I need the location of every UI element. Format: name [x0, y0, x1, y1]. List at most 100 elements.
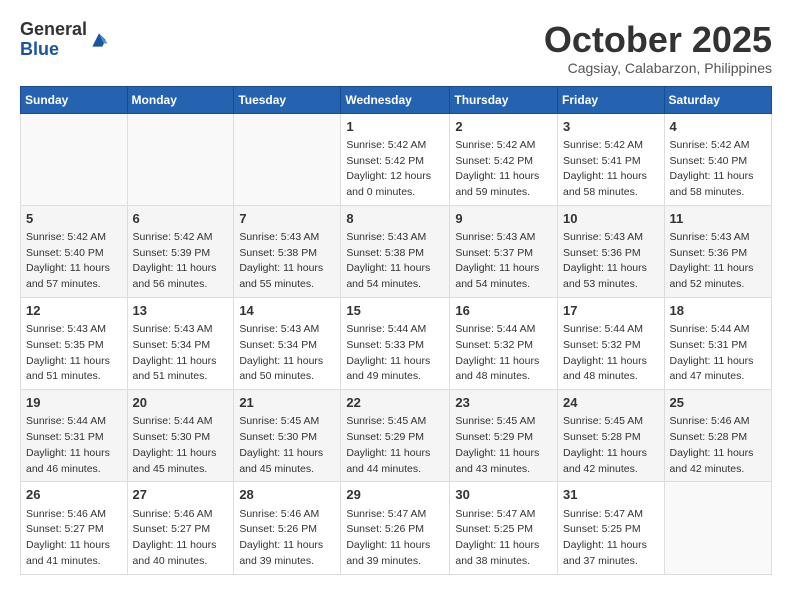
calendar-cell	[234, 113, 341, 205]
calendar-table: Sunday Monday Tuesday Wednesday Thursday…	[20, 86, 772, 575]
day-number: 19	[26, 394, 122, 412]
header-row: Sunday Monday Tuesday Wednesday Thursday…	[21, 86, 772, 113]
day-info: Sunrise: 5:42 AM Sunset: 5:40 PM Dayligh…	[670, 138, 766, 201]
calendar-cell: 12 Sunrise: 5:43 AM Sunset: 5:35 PM Dayli…	[21, 297, 128, 389]
calendar-cell: 30 Sunrise: 5:47 AM Sunset: 5:25 PM Dayli…	[450, 482, 558, 574]
col-thursday: Thursday	[450, 86, 558, 113]
calendar-cell: 23 Sunrise: 5:45 AM Sunset: 5:29 PM Dayli…	[450, 390, 558, 482]
day-number: 28	[239, 486, 335, 504]
calendar-cell: 13Sunrise: 5:43 AM Sunset: 5:34 PM Dayli…	[127, 297, 234, 389]
day-info: Sunrise: 5:43 AM Sunset: 5:34 PM Dayligh…	[133, 322, 229, 385]
calendar-cell: 5Sunrise: 5:42 AM Sunset: 5:40 PM Daylig…	[21, 205, 128, 297]
col-wednesday: Wednesday	[341, 86, 450, 113]
calendar-cell: 21 Sunrise: 5:45 AM Sunset: 5:30 PM Dayli…	[234, 390, 341, 482]
calendar-cell	[21, 113, 128, 205]
day-info: Sunrise: 5:43 AM Sunset: 5:34 PM Dayligh…	[239, 322, 335, 385]
logo-general: General	[20, 20, 87, 40]
day-info: Sunrise: 5:44 AM Sunset: 5:33 PM Dayligh…	[346, 322, 444, 385]
day-number: 14	[239, 302, 335, 320]
calendar-cell: 29 Sunrise: 5:47 AM Sunset: 5:26 PM Dayli…	[341, 482, 450, 574]
day-number: 15	[346, 302, 444, 320]
day-info: Sunrise: 5:44 AM Sunset: 5:31 PM Dayligh…	[670, 322, 766, 385]
calendar-cell: 7Sunrise: 5:43 AM Sunset: 5:38 PM Daylig…	[234, 205, 341, 297]
day-info: Sunrise: 5:47 AM Sunset: 5:26 PM Dayligh…	[346, 507, 444, 570]
calendar-cell: 18 Sunrise: 5:44 AM Sunset: 5:31 PM Dayli…	[664, 297, 771, 389]
day-number: 5	[26, 210, 122, 228]
calendar-cell: 4Sunrise: 5:42 AM Sunset: 5:40 PM Daylig…	[664, 113, 771, 205]
day-number: 30	[455, 486, 552, 504]
title-block: October 2025 Cagsiay, Calabarzon, Philip…	[544, 20, 772, 76]
calendar-week-3: 12 Sunrise: 5:43 AM Sunset: 5:35 PM Dayli…	[21, 297, 772, 389]
calendar-cell	[664, 482, 771, 574]
day-info: Sunrise: 5:46 AM Sunset: 5:26 PM Dayligh…	[239, 507, 335, 570]
calendar-cell: 10 Sunrise: 5:43 AM Sunset: 5:36 PM Dayli…	[558, 205, 665, 297]
month-title: October 2025	[544, 20, 772, 60]
location-subtitle: Cagsiay, Calabarzon, Philippines	[544, 60, 772, 76]
calendar-cell: 8Sunrise: 5:43 AM Sunset: 5:38 PM Daylig…	[341, 205, 450, 297]
calendar-cell: 9Sunrise: 5:43 AM Sunset: 5:37 PM Daylig…	[450, 205, 558, 297]
day-number: 17	[563, 302, 659, 320]
day-number: 21	[239, 394, 335, 412]
day-number: 10	[563, 210, 659, 228]
day-number: 20	[133, 394, 229, 412]
page-header: General Blue October 2025 Cagsiay, Calab…	[20, 20, 772, 76]
calendar-cell: 1 Sunrise: 5:42 AM Sunset: 5:42 PM Daylig…	[341, 113, 450, 205]
day-info: Sunrise: 5:46 AM Sunset: 5:27 PM Dayligh…	[133, 507, 229, 570]
day-info: Sunrise: 5:42 AM Sunset: 5:39 PM Dayligh…	[133, 230, 229, 293]
day-number: 1	[346, 118, 444, 136]
calendar-cell	[127, 113, 234, 205]
calendar-cell: 3 Sunrise: 5:42 AM Sunset: 5:41 PM Daylig…	[558, 113, 665, 205]
calendar-cell: 31Sunrise: 5:47 AM Sunset: 5:25 PM Dayli…	[558, 482, 665, 574]
day-info: Sunrise: 5:42 AM Sunset: 5:41 PM Dayligh…	[563, 138, 659, 201]
calendar-cell: 11Sunrise: 5:43 AM Sunset: 5:36 PM Dayli…	[664, 205, 771, 297]
day-info: Sunrise: 5:44 AM Sunset: 5:32 PM Dayligh…	[455, 322, 552, 385]
day-info: Sunrise: 5:44 AM Sunset: 5:32 PM Dayligh…	[563, 322, 659, 385]
calendar-cell: 19 Sunrise: 5:44 AM Sunset: 5:31 PM Dayli…	[21, 390, 128, 482]
day-info: Sunrise: 5:42 AM Sunset: 5:42 PM Dayligh…	[346, 138, 444, 201]
day-number: 7	[239, 210, 335, 228]
day-info: Sunrise: 5:43 AM Sunset: 5:35 PM Dayligh…	[26, 322, 122, 385]
day-number: 29	[346, 486, 444, 504]
calendar-cell: 28 Sunrise: 5:46 AM Sunset: 5:26 PM Dayli…	[234, 482, 341, 574]
day-number: 12	[26, 302, 122, 320]
day-info: Sunrise: 5:42 AM Sunset: 5:42 PM Dayligh…	[455, 138, 552, 201]
col-sunday: Sunday	[21, 86, 128, 113]
day-info: Sunrise: 5:44 AM Sunset: 5:30 PM Dayligh…	[133, 414, 229, 477]
calendar-cell: 17 Sunrise: 5:44 AM Sunset: 5:32 PM Dayli…	[558, 297, 665, 389]
day-info: Sunrise: 5:44 AM Sunset: 5:31 PM Dayligh…	[26, 414, 122, 477]
day-number: 26	[26, 486, 122, 504]
day-info: Sunrise: 5:43 AM Sunset: 5:38 PM Dayligh…	[346, 230, 444, 293]
calendar-week-4: 19 Sunrise: 5:44 AM Sunset: 5:31 PM Dayli…	[21, 390, 772, 482]
day-number: 24	[563, 394, 659, 412]
day-number: 3	[563, 118, 659, 136]
col-saturday: Saturday	[664, 86, 771, 113]
day-number: 2	[455, 118, 552, 136]
calendar-week-1: 1 Sunrise: 5:42 AM Sunset: 5:42 PM Daylig…	[21, 113, 772, 205]
calendar-cell: 16 Sunrise: 5:44 AM Sunset: 5:32 PM Dayli…	[450, 297, 558, 389]
day-number: 18	[670, 302, 766, 320]
logo: General Blue	[20, 20, 109, 60]
calendar-cell: 15 Sunrise: 5:44 AM Sunset: 5:33 PM Dayli…	[341, 297, 450, 389]
day-number: 23	[455, 394, 552, 412]
calendar-cell: 20 Sunrise: 5:44 AM Sunset: 5:30 PM Dayli…	[127, 390, 234, 482]
day-info: Sunrise: 5:46 AM Sunset: 5:27 PM Dayligh…	[26, 507, 122, 570]
col-monday: Monday	[127, 86, 234, 113]
day-info: Sunrise: 5:45 AM Sunset: 5:29 PM Dayligh…	[455, 414, 552, 477]
calendar-cell: 26 Sunrise: 5:46 AM Sunset: 5:27 PM Dayli…	[21, 482, 128, 574]
calendar-week-2: 5Sunrise: 5:42 AM Sunset: 5:40 PM Daylig…	[21, 205, 772, 297]
day-info: Sunrise: 5:46 AM Sunset: 5:28 PM Dayligh…	[670, 414, 766, 477]
day-number: 9	[455, 210, 552, 228]
day-info: Sunrise: 5:43 AM Sunset: 5:36 PM Dayligh…	[563, 230, 659, 293]
day-info: Sunrise: 5:45 AM Sunset: 5:29 PM Dayligh…	[346, 414, 444, 477]
calendar-cell: 22Sunrise: 5:45 AM Sunset: 5:29 PM Dayli…	[341, 390, 450, 482]
day-number: 6	[133, 210, 229, 228]
calendar-cell: 25 Sunrise: 5:46 AM Sunset: 5:28 PM Dayli…	[664, 390, 771, 482]
day-number: 16	[455, 302, 552, 320]
day-number: 25	[670, 394, 766, 412]
day-info: Sunrise: 5:45 AM Sunset: 5:30 PM Dayligh…	[239, 414, 335, 477]
calendar-cell: 27Sunrise: 5:46 AM Sunset: 5:27 PM Dayli…	[127, 482, 234, 574]
day-number: 31	[563, 486, 659, 504]
day-info: Sunrise: 5:47 AM Sunset: 5:25 PM Dayligh…	[455, 507, 552, 570]
day-info: Sunrise: 5:43 AM Sunset: 5:36 PM Dayligh…	[670, 230, 766, 293]
calendar-cell: 2 Sunrise: 5:42 AM Sunset: 5:42 PM Daylig…	[450, 113, 558, 205]
